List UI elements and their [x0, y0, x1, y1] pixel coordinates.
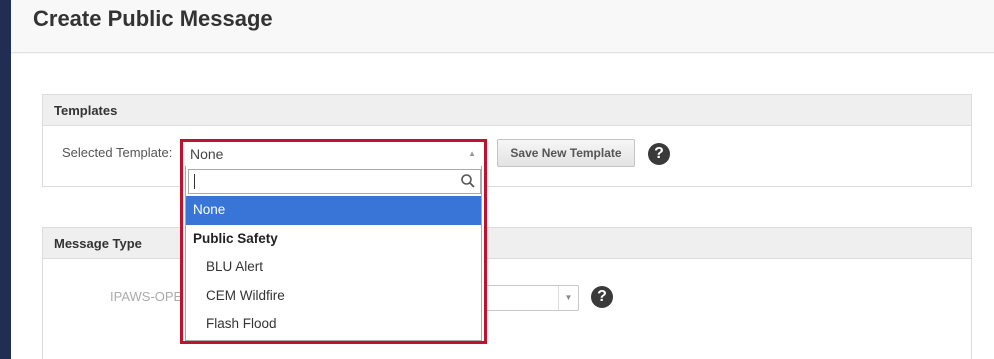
templates-help-icon[interactable]: ?: [648, 143, 670, 165]
chevron-down-icon: ▼: [558, 286, 578, 310]
chevron-up-icon: ▲: [468, 149, 476, 158]
main-area: Create Public Message Templates Selected…: [11, 0, 994, 359]
template-select-value: None: [190, 146, 224, 162]
search-icon: [461, 174, 475, 188]
template-dropdown-highlight: None ▲ None Public Safety BLU Alert CEM …: [180, 139, 487, 344]
page-header: Create Public Message: [11, 0, 994, 53]
dropdown-options: None Public Safety BLU Alert CEM Wildfir…: [186, 196, 481, 339]
template-dropdown: None Public Safety BLU Alert CEM Wildfir…: [185, 166, 482, 341]
dropdown-option-cem-wildfire[interactable]: CEM Wildfire: [186, 282, 481, 311]
page-title: Create Public Message: [33, 6, 273, 31]
save-new-template-button[interactable]: Save New Template: [497, 139, 635, 167]
templates-heading: Templates: [43, 95, 971, 126]
selected-template-label: Selected Template:: [62, 145, 173, 160]
dropdown-option-flash-flood[interactable]: Flash Flood: [186, 310, 481, 339]
dropdown-search-input[interactable]: [193, 172, 453, 191]
dropdown-search[interactable]: [188, 169, 481, 194]
ipaws-select[interactable]: ▼: [483, 285, 579, 311]
sidebar-edge: [0, 0, 11, 359]
dropdown-option-none[interactable]: None: [186, 196, 481, 225]
dropdown-option-blu-alert[interactable]: BLU Alert: [186, 253, 481, 282]
page-content: Templates Selected Template: Save New Te…: [11, 54, 994, 359]
dropdown-group-public-safety: Public Safety: [193, 230, 278, 246]
message-type-help-icon[interactable]: ?: [591, 286, 613, 308]
template-select[interactable]: None ▲: [183, 142, 484, 166]
